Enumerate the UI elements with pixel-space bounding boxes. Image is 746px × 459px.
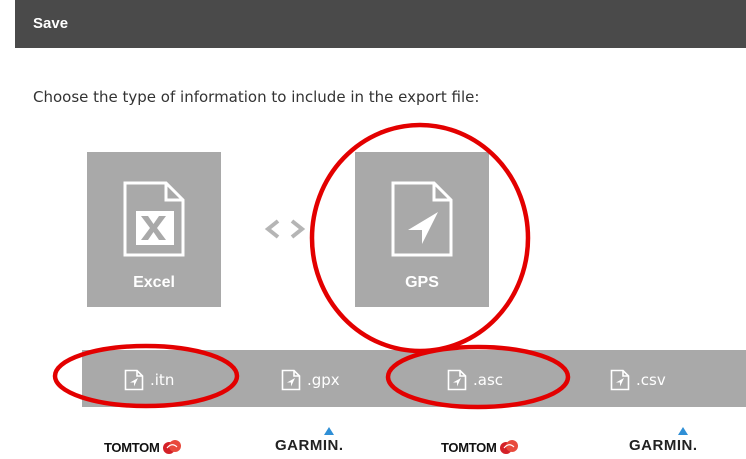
garmin-triangle-icon <box>678 427 688 435</box>
format-itn-label: .itn <box>150 371 175 389</box>
file-gps-icon <box>447 369 467 391</box>
garmin-logo: GARMIN. <box>275 427 365 457</box>
garmin-logo-text: GARMIN. <box>275 437 344 454</box>
instructions-text: Choose the type of information to includ… <box>33 88 480 106</box>
format-csv-label: .csv <box>636 371 666 389</box>
file-gps-icon <box>610 369 630 391</box>
garmin-logo-text: GARMIN. <box>629 437 698 454</box>
garmin-triangle-icon <box>324 427 334 435</box>
excel-tile-label: Excel <box>133 274 175 291</box>
tomtom-hands-icon <box>499 440 518 454</box>
tomtom-hands-icon <box>162 440 181 454</box>
dialog-title: Save <box>33 15 69 32</box>
format-csv-option[interactable]: .csv <box>610 368 666 392</box>
file-gps-icon <box>124 369 144 391</box>
tomtom-logo: TOMTOM <box>441 437 519 457</box>
gps-option-tile[interactable]: GPS <box>355 152 489 307</box>
gps-doc-icon <box>391 181 453 257</box>
format-gpx-label: .gpx <box>307 371 340 389</box>
swap-arrows-icon <box>264 219 306 239</box>
tomtom-logo-text: TOMTOM <box>441 439 497 455</box>
format-asc-label: .asc <box>473 371 504 389</box>
format-itn-option[interactable]: .itn <box>124 368 174 392</box>
dialog-titlebar: Save <box>15 0 746 48</box>
tomtom-logo: TOMTOM <box>104 437 182 457</box>
file-gps-icon <box>281 369 301 391</box>
excel-option-tile[interactable]: Excel <box>87 152 221 307</box>
gps-tile-label: GPS <box>405 274 439 291</box>
tomtom-logo-text: TOMTOM <box>104 439 160 455</box>
excel-doc-icon <box>123 181 185 257</box>
format-gpx-option[interactable]: .gpx <box>281 368 340 392</box>
format-asc-option[interactable]: .asc <box>447 368 503 392</box>
garmin-logo: GARMIN. <box>629 427 719 457</box>
